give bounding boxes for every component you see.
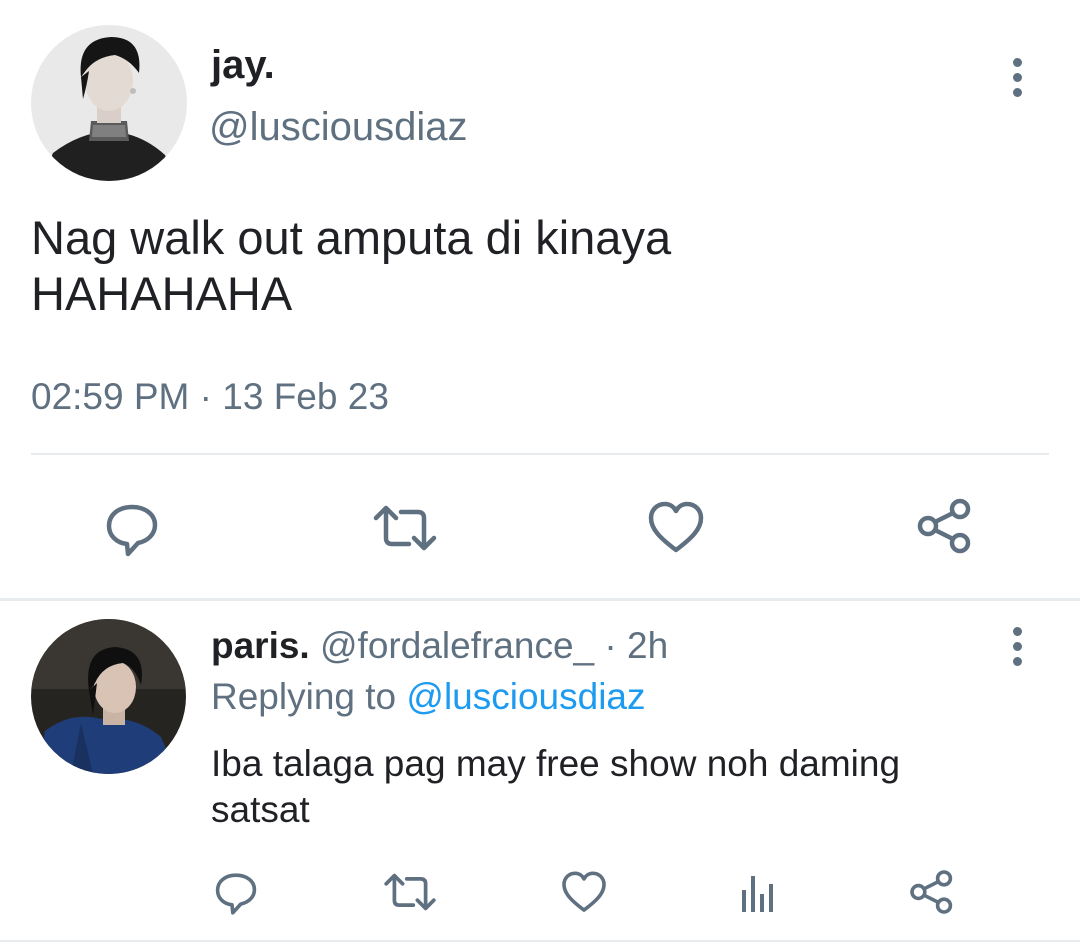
like-icon[interactable] — [644, 496, 708, 560]
replying-to: Replying to @lusciousdiaz — [211, 675, 646, 719]
reply-header: paris. @fordalefrance_ · 2h — [211, 624, 668, 668]
divider — [0, 940, 1080, 942]
tweet-time: 02:59 PM — [31, 376, 190, 417]
divider — [0, 598, 1080, 601]
author-display-name[interactable]: jay. — [211, 41, 275, 89]
tweet-timestamp[interactable]: 02:59 PM · 13 Feb 23 — [31, 375, 389, 419]
like-icon[interactable] — [558, 866, 610, 918]
reply-icon[interactable] — [210, 866, 262, 918]
reply-text-line: satsat — [211, 789, 310, 830]
tweet-text-line: HAHAHAHA — [31, 267, 293, 320]
analytics-icon[interactable] — [732, 866, 784, 918]
reply-author-display-name[interactable]: paris. — [211, 625, 310, 666]
reply-author-handle[interactable]: @fordalefrance_ — [320, 625, 594, 666]
more-vertical-icon[interactable] — [1002, 627, 1032, 666]
divider — [31, 453, 1049, 455]
meta-separator: · — [199, 376, 212, 417]
retweet-icon[interactable] — [380, 866, 440, 918]
author-handle[interactable]: @lusciousdiaz — [209, 103, 468, 151]
tweet-date: 13 Feb 23 — [222, 376, 389, 417]
replying-to-link[interactable]: @lusciousdiaz — [406, 676, 645, 717]
tweet-text: Nag walk out amputa di kinaya HAHAHAHA — [31, 210, 1041, 322]
author-avatar[interactable] — [31, 25, 187, 181]
share-icon[interactable] — [913, 494, 977, 558]
more-vertical-icon[interactable] — [1002, 58, 1032, 97]
replying-prefix: Replying to — [211, 676, 397, 717]
retweet-icon[interactable] — [369, 496, 441, 560]
reply-text-line: Iba talaga pag may free show noh daming — [211, 743, 901, 784]
reply-age: 2h — [627, 625, 669, 666]
reply-icon[interactable] — [100, 496, 164, 560]
reply-text: Iba talaga pag may free show noh daming … — [211, 741, 1051, 833]
meta-separator: · — [604, 625, 617, 666]
tweet-text-line: Nag walk out amputa di kinaya — [31, 211, 672, 264]
share-icon[interactable] — [906, 866, 958, 918]
reply-author-avatar[interactable] — [31, 619, 186, 774]
